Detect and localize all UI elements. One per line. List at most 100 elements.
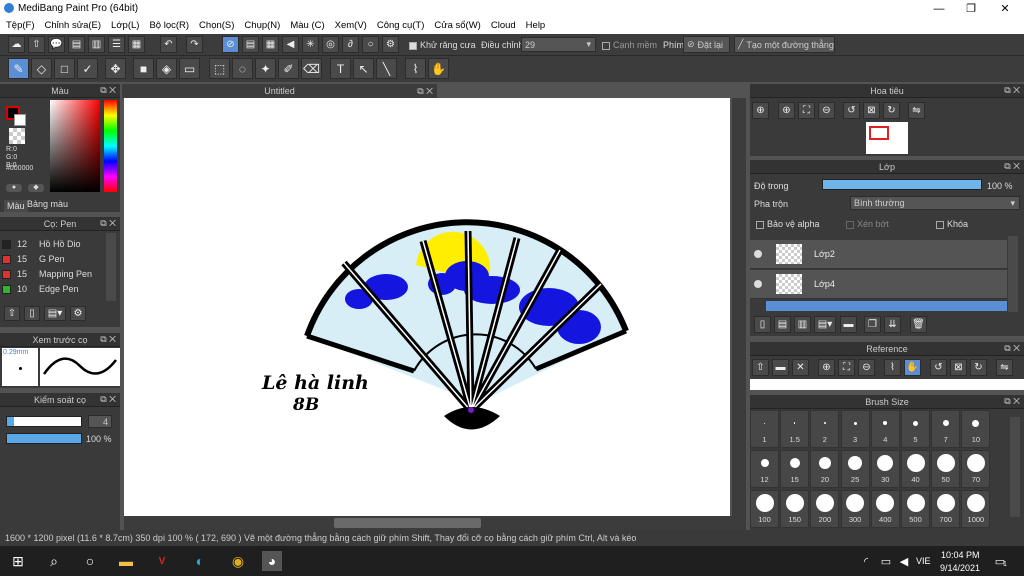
reference-image-area[interactable] — [750, 379, 1024, 390]
zoom-in-icon[interactable]: ⊕ — [818, 359, 835, 376]
eye-icon[interactable] — [754, 250, 762, 258]
chat-icon[interactable]: 💬 — [48, 36, 65, 53]
fit-icon[interactable]: ⛶ — [838, 359, 855, 376]
layer-row-selected[interactable] — [766, 301, 1007, 311]
brush-size-option[interactable]: 150 — [780, 490, 810, 528]
select-pen-tool-icon[interactable]: ✐ — [278, 58, 299, 79]
grid-icon[interactable]: ▦ — [128, 36, 145, 53]
menu-file[interactable]: Tệp(F) — [6, 20, 35, 31]
open-folder-icon[interactable]: ▬ — [772, 359, 789, 376]
clock-time[interactable]: 10:04 PM — [941, 550, 980, 560]
brush-size-option[interactable]: 5 — [901, 410, 930, 448]
brush-menu-icon[interactable]: ▤▾ — [44, 306, 66, 321]
select-eraser-tool-icon[interactable]: ⌫ — [301, 58, 322, 79]
chrome-icon[interactable]: ◉ — [228, 551, 248, 571]
volume-icon[interactable]: ◀ — [894, 551, 914, 571]
brush-size-input[interactable]: 4 — [88, 415, 112, 428]
rotate-right-icon[interactable]: ↻ — [883, 102, 900, 119]
brush-item[interactable]: 12 Hồ Hồ Dio — [2, 237, 104, 251]
select-tool-icon[interactable]: ⬚ — [209, 58, 230, 79]
layer-menu-icon[interactable]: ▤▾ — [814, 316, 836, 333]
navigator-viewport[interactable] — [869, 126, 889, 140]
parallel-snap-icon[interactable]: ▤ — [242, 36, 259, 53]
reset-button[interactable]: ⊘ Đặt lại — [683, 36, 730, 53]
panel-close-icon[interactable]: ⧉ ✕ — [100, 218, 116, 229]
brush-size-option[interactable]: 2 — [810, 410, 840, 448]
text-tool-icon[interactable]: T — [330, 58, 351, 79]
hue-slider[interactable] — [104, 100, 117, 192]
document-tab[interactable]: Untitled ⧉ ✕ — [122, 84, 437, 98]
language-indicator[interactable]: VIE — [916, 556, 931, 566]
layer-row-lop4[interactable]: Lớp4 — [750, 270, 1007, 299]
menu-tools[interactable]: Công cụ(T) — [377, 20, 425, 31]
menu-layer[interactable]: Lớp(L) — [111, 20, 139, 31]
delete-layer-icon[interactable]: 🗑 — [910, 316, 927, 333]
brush-size-option[interactable]: 1 — [750, 410, 779, 448]
vanish-snap-icon[interactable]: ◀ — [282, 36, 299, 53]
folder-icon[interactable]: ▬ — [840, 316, 857, 333]
maximize-button[interactable]: ❐ — [954, 0, 988, 17]
eyedropper-icon[interactable]: ⌇ — [884, 359, 901, 376]
brush-item[interactable]: 10 Edge Pen — [2, 282, 104, 296]
comment-icon[interactable]: ▤ — [68, 36, 85, 53]
duplicate-layer-icon[interactable]: ❐ — [864, 316, 881, 333]
vtv-icon[interactable]: V — [152, 551, 172, 571]
page-icon[interactable]: ▥ — [88, 36, 105, 53]
close-button[interactable]: ✕ — [988, 0, 1022, 17]
brush-size-option[interactable]: 10 — [961, 410, 991, 448]
brush-size-option[interactable]: 700 — [931, 490, 961, 528]
brush-size-option[interactable]: 500 — [901, 490, 930, 528]
flip-icon[interactable]: ⇋ — [908, 102, 925, 119]
zoom-out-icon[interactable]: ⊖ — [818, 102, 835, 119]
menu-view[interactable]: Xem(V) — [335, 20, 367, 31]
edge-browser-icon[interactable]: ◐ — [190, 551, 210, 571]
radial-snap-icon[interactable]: ✳ — [302, 36, 319, 53]
flip-icon[interactable]: ⇋ — [996, 359, 1013, 376]
eraser-tool-icon[interactable]: ◇ — [31, 58, 52, 79]
brush-size-option[interactable]: 7 — [931, 410, 961, 448]
background-color-swatch[interactable] — [14, 114, 26, 126]
brush-size-option[interactable]: 200 — [810, 490, 840, 528]
palette-icon[interactable]: ◆ — [28, 184, 44, 192]
menu-window[interactable]: Cửa sổ(W) — [434, 20, 480, 31]
eyedropper-tool-icon[interactable]: ⌇ — [405, 58, 426, 79]
panel-close-icon[interactable]: ⧉ ✕ — [1004, 343, 1020, 354]
fit-icon[interactable]: ⛶ — [798, 102, 815, 119]
new-layer-icon[interactable]: ▯ — [754, 316, 771, 333]
menu-filter[interactable]: Bộ lọc(R) — [149, 20, 189, 31]
operation-tool-icon[interactable]: ↖ — [353, 58, 374, 79]
upload-icon[interactable]: ⇧ — [752, 359, 769, 376]
layer-scrollbar[interactable] — [1008, 236, 1018, 312]
panel-close-icon[interactable]: ⧉ ✕ — [1004, 161, 1020, 172]
reset-view-icon[interactable]: ⊠ — [863, 102, 880, 119]
tab-palette[interactable]: Bảng màu — [27, 199, 68, 209]
gradient-tool-icon[interactable]: ▭ — [179, 58, 200, 79]
brush-size-option[interactable]: 20 — [810, 450, 840, 488]
eye-icon[interactable]: ● — [6, 184, 22, 192]
vertical-scrollbar[interactable] — [732, 98, 746, 516]
brush-size-option[interactable]: 50 — [931, 450, 961, 488]
brush-size-scrollbar[interactable] — [1010, 417, 1020, 517]
tab-color[interactable]: Màu — [4, 200, 28, 212]
brush-size-option[interactable]: 25 — [840, 450, 870, 488]
redo-icon[interactable]: ↷ — [186, 36, 203, 53]
divide-tool-icon[interactable]: ╲ — [376, 58, 397, 79]
horizontal-scrollbar[interactable] — [124, 516, 746, 530]
new-halftone-layer-icon[interactable]: ▤ — [774, 316, 791, 333]
brush-size-option[interactable]: 30 — [870, 450, 900, 488]
brush-size-option[interactable]: 70 — [961, 450, 991, 488]
task-view-icon[interactable]: ○ — [80, 551, 100, 571]
antialias-option[interactable]: Khử răng cưa — [409, 40, 476, 50]
file-explorer-icon[interactable]: ▬ — [116, 551, 136, 571]
brush-size-option[interactable]: 40 — [901, 450, 930, 488]
brush-size-option[interactable]: 3 — [840, 410, 870, 448]
brush-item[interactable]: 15 G Pen — [2, 252, 104, 266]
minimize-button[interactable]: — — [922, 0, 956, 17]
zoom-out-icon[interactable]: ⊖ — [858, 359, 875, 376]
upload-icon[interactable]: ⇧ — [28, 36, 45, 53]
brush-size-option[interactable]: 300 — [840, 490, 870, 528]
medibang-icon[interactable]: ◕ — [262, 551, 282, 571]
eye-icon[interactable] — [754, 280, 762, 288]
soft-edge-option[interactable]: Cạnh mềm — [602, 40, 657, 50]
menu-help[interactable]: Help — [526, 20, 546, 31]
